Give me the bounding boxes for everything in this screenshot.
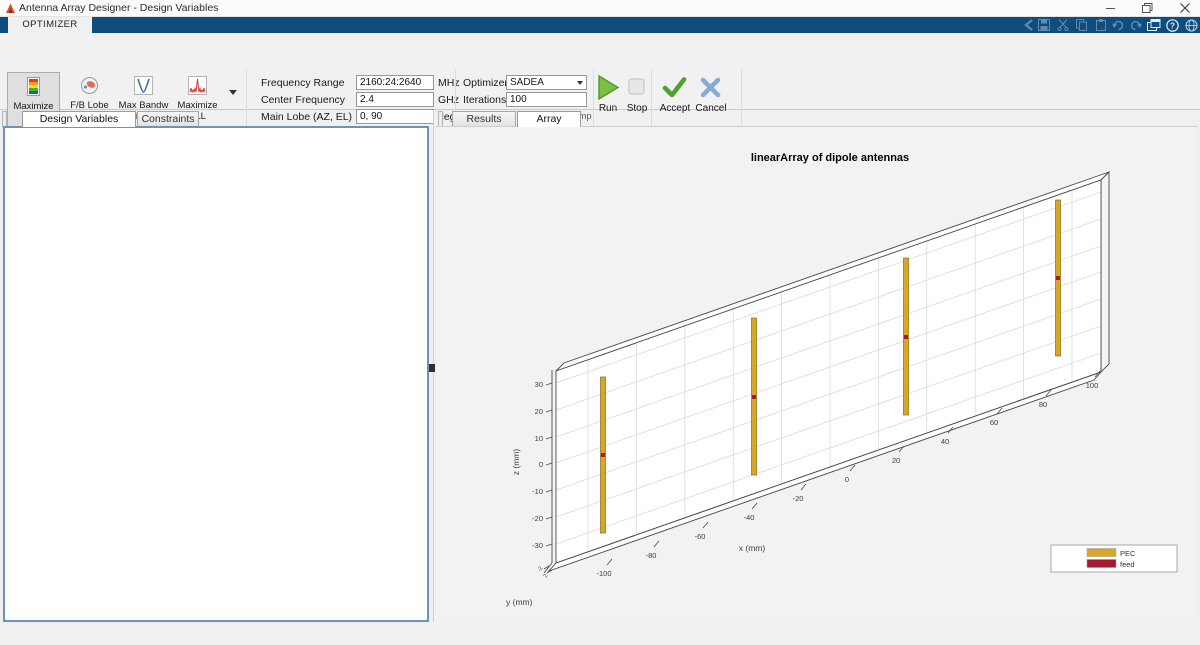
chevron-down-icon [577,81,583,85]
x-tick-label: -100 [596,569,611,578]
x-tick-label: -20 [793,494,804,503]
x-tick-label: -40 [744,513,755,522]
frequency-range-input[interactable] [356,75,434,90]
restore-button[interactable] [1132,0,1162,16]
polar-pattern-icon [80,76,99,96]
window-title: Antenna Array Designer - Design Variable… [19,2,218,14]
x-tick-label: -80 [646,551,657,560]
array-bounding-box [549,172,1109,571]
legend-label-pec: PEC [1120,549,1136,558]
frequency-range-unit: MHz [438,77,460,89]
new-window-icon[interactable] [1147,19,1161,32]
antenna-array-designer-window: Antenna Array Designer - Design Variable… [0,0,1200,645]
center-frequency-input[interactable] [356,92,434,107]
plot-title: linearArray of dipole antennas [751,152,909,164]
x-tick-label: -60 [695,532,706,541]
main-lobe-label: Main Lobe (AZ, EL) [261,111,352,123]
sidelobe-plot-icon [188,76,207,96]
objective-gallery-dropdown[interactable] [229,87,241,99]
fb-lobe-label-1: F/B Lobe [63,100,116,111]
z-tick-label: -10 [532,487,543,496]
accept-button[interactable] [662,77,687,103]
iterations-input[interactable] [506,92,587,107]
feed-point-4 [1056,276,1060,280]
redo-icon[interactable] [1129,19,1142,31]
cut-icon[interactable] [1057,19,1069,31]
status-bar [0,623,1200,645]
design-variables-panel [3,126,429,622]
help-glyph: ? [1170,21,1175,31]
bandwidth-curve-icon [134,76,153,96]
x-tick-label: 40 [941,437,949,446]
stop-icon [628,78,646,96]
feed-point-3 [904,335,908,339]
x-axis-label: x (mm) [739,543,766,553]
maximize-sll-label-1: Maximize [171,100,224,111]
y-tick-label: 2 [543,573,550,579]
splitter-handle[interactable] [429,364,435,372]
max-bandwidth-label-1: Max Bandw [117,100,170,111]
minimize-button[interactable] [1096,0,1126,16]
legend-swatch-pec [1087,549,1116,557]
feed-point-2 [752,395,756,399]
y-axis: -2 2 y (mm) [506,563,552,607]
iterations-label: Iterations [463,94,506,106]
left-panel-edge [2,111,7,127]
optimizer-label: Optimizer [463,77,508,89]
x-tick-label: 60 [990,418,998,427]
cancel-button[interactable] [700,77,721,103]
app-logo-icon [5,3,16,14]
toolstrip: Maximize Gain F/B Lobe Ratio Max Band [0,33,1200,110]
z-tick-label: 10 [535,434,543,443]
x-tick-label: 80 [1039,400,1047,409]
globe-icon[interactable] [1185,19,1198,32]
z-tick-label: -30 [532,541,543,550]
z-axis: 30 20 10 0 -10 -20 -30 z (mm) [511,370,552,563]
legend-label-feed: feed [1120,560,1135,569]
x-tick-label: 20 [892,456,900,465]
help-icon[interactable]: ? [1166,19,1179,32]
close-button[interactable] [1170,0,1200,16]
copy-icon[interactable] [1076,19,1088,31]
optimizer-dropdown[interactable]: SADEA [506,75,587,90]
z-tick-label: 30 [535,380,543,389]
close-icon [1180,3,1190,13]
quick-access-chevron-icon [1024,19,1034,31]
title-bar: Antenna Array Designer - Design Variable… [0,0,1200,17]
tab-optimizer[interactable]: OPTIMIZER [8,17,92,33]
x-tick-label: 100 [1086,381,1099,390]
gain-colormap-icon [27,77,40,97]
play-icon [597,75,620,100]
tab-array[interactable]: Array [517,111,581,127]
chevron-down-icon [229,90,237,95]
tab-design-variables[interactable]: Design Variables [22,111,136,127]
legend-swatch-feed [1087,560,1116,568]
feed-point-1 [601,453,605,457]
save-icon[interactable] [1038,19,1051,31]
z-tick-label: 0 [539,460,543,469]
x-icon [700,77,721,98]
toolstrip-tab-bar: ? [0,17,1200,33]
undo-icon[interactable] [1112,19,1125,31]
y-tick-label: -2 [537,566,545,573]
center-frequency-label: Center Frequency [261,94,345,106]
stop-button[interactable] [628,78,646,101]
z-tick-label: -20 [532,514,543,523]
plot-legend: PEC feed [1051,545,1177,572]
check-icon [662,77,687,98]
z-tick-label: 20 [535,407,543,416]
y-axis-label: y (mm) [506,597,533,607]
minimize-icon [1106,8,1115,9]
tab-constraints[interactable]: Constraints [137,111,199,127]
restore-icon [1142,3,1153,14]
array-3d-plot[interactable]: linearArray of dipole antennas [437,110,1198,622]
run-button[interactable] [597,75,620,105]
optimizer-value: SADEA [510,77,544,88]
paste-icon[interactable] [1095,19,1107,31]
frequency-range-label: Frequency Range [261,77,344,89]
main-lobe-input[interactable] [356,109,434,124]
z-axis-label: z (mm) [511,449,521,476]
x-tick-label: 0 [845,475,849,484]
